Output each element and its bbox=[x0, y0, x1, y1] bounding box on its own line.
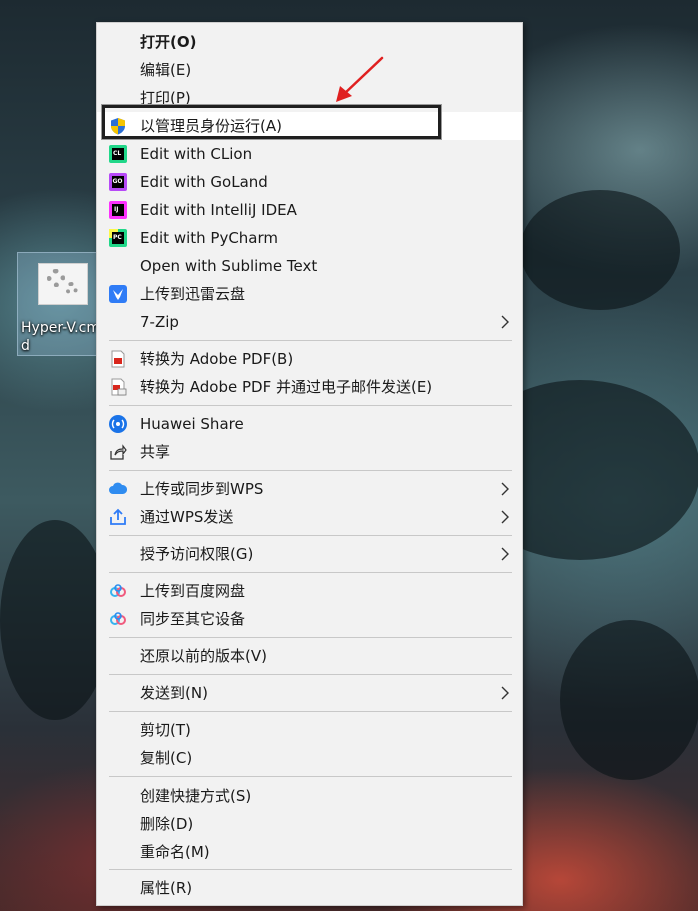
annotation-arrow-icon bbox=[336, 56, 384, 102]
menu-item-label: 7-Zip bbox=[140, 313, 179, 331]
chevron-right-icon bbox=[501, 510, 509, 524]
menu-item-label: 共享 bbox=[140, 443, 171, 461]
menu-item-label: Edit with GoLand bbox=[140, 173, 268, 191]
menu-item-label: 复制(C) bbox=[140, 749, 193, 767]
menu-separator bbox=[109, 340, 512, 341]
menu-item-label: 授予访问权限(G) bbox=[140, 545, 254, 563]
annotation-highlight-box bbox=[101, 104, 442, 140]
menu-item-label: Huawei Share bbox=[140, 415, 244, 433]
wps-send-icon bbox=[110, 508, 126, 525]
menu-item-send-to[interactable]: 发送到(N) bbox=[97, 679, 522, 707]
menu-item-copy[interactable]: 复制(C) bbox=[97, 744, 522, 772]
goland-code: GO bbox=[113, 178, 123, 185]
wallpaper-tree-shape bbox=[520, 190, 680, 310]
gear-icon bbox=[47, 269, 65, 287]
cmd-file-icon bbox=[38, 263, 88, 305]
desktop-file-hyper-v-cmd[interactable]: Hyper-V.cmd bbox=[17, 252, 107, 356]
menu-item-label: 删除(D) bbox=[140, 815, 194, 833]
menu-separator bbox=[109, 470, 512, 471]
baidu-netdisk-icon bbox=[110, 584, 126, 597]
menu-item-baidu-upload[interactable]: 上传到百度网盘 bbox=[97, 577, 522, 605]
menu-item-label: 上传或同步到WPS bbox=[140, 480, 264, 498]
intellij-code: IJ bbox=[114, 206, 118, 213]
menu-item-label: 同步至其它设备 bbox=[140, 610, 246, 628]
menu-item-label: Open with Sublime Text bbox=[140, 257, 318, 275]
menu-item-label: 转换为 Adobe PDF 并通过电子邮件发送(E) bbox=[140, 378, 433, 396]
clion-code: CL bbox=[113, 150, 121, 157]
menu-item-label: 编辑(E) bbox=[140, 61, 192, 79]
menu-item-label: 转换为 Adobe PDF(B) bbox=[140, 350, 294, 368]
menu-item-huawei-share[interactable]: Huawei Share bbox=[97, 410, 522, 438]
menu-item-label: Edit with PyCharm bbox=[140, 229, 279, 247]
menu-item-edit-clion[interactable]: CL Edit with CLion bbox=[97, 140, 522, 168]
menu-item-edit[interactable]: 编辑(E) bbox=[97, 56, 522, 84]
adobe-pdf-icon bbox=[111, 350, 125, 368]
menu-item-baidu-sync[interactable]: 同步至其它设备 bbox=[97, 605, 522, 633]
menu-separator bbox=[109, 535, 512, 536]
menu-item-label: 属性(R) bbox=[140, 879, 193, 897]
menu-item-convert-pdf-email[interactable]: 转换为 Adobe PDF 并通过电子邮件发送(E) bbox=[97, 373, 522, 401]
menu-separator bbox=[109, 405, 512, 406]
menu-item-label: 通过WPS发送 bbox=[140, 508, 234, 526]
menu-item-wps-send[interactable]: 通过WPS发送 bbox=[97, 503, 522, 531]
menu-item-cut[interactable]: 剪切(T) bbox=[97, 716, 522, 744]
menu-item-label: Edit with CLion bbox=[140, 145, 253, 163]
menu-separator bbox=[109, 869, 512, 870]
menu-item-properties[interactable]: 属性(R) bbox=[97, 874, 522, 902]
menu-item-label: 剪切(T) bbox=[140, 721, 191, 739]
chevron-right-icon bbox=[501, 686, 509, 700]
intellij-icon: IJ bbox=[109, 201, 127, 219]
menu-item-label: 创建快捷方式(S) bbox=[140, 787, 252, 805]
menu-separator bbox=[109, 711, 512, 712]
context-menu: 打开(O) 编辑(E) 打印(P) 以管理员身份运行(A) CL Edit wi… bbox=[96, 22, 523, 906]
menu-item-label: 重命名(M) bbox=[140, 843, 210, 861]
menu-item-edit-pycharm[interactable]: PC Edit with PyCharm bbox=[97, 224, 522, 252]
menu-item-delete[interactable]: 删除(D) bbox=[97, 810, 522, 838]
menu-item-edit-goland[interactable]: GO Edit with GoLand bbox=[97, 168, 522, 196]
menu-item-label: 上传到迅雷云盘 bbox=[140, 285, 246, 303]
menu-item-create-shortcut[interactable]: 创建快捷方式(S) bbox=[97, 782, 522, 810]
menu-separator bbox=[109, 776, 512, 777]
menu-separator bbox=[109, 674, 512, 675]
gear-small-icon bbox=[65, 282, 78, 295]
pycharm-code: PC bbox=[113, 234, 122, 241]
menu-item-open-sublime[interactable]: Open with Sublime Text bbox=[97, 252, 522, 280]
chevron-right-icon bbox=[501, 547, 509, 561]
adobe-pdf-email-icon bbox=[111, 378, 127, 396]
menu-item-share[interactable]: 共享 bbox=[97, 438, 522, 466]
menu-item-convert-pdf[interactable]: 转换为 Adobe PDF(B) bbox=[97, 345, 522, 373]
share-icon bbox=[110, 444, 127, 460]
menu-item-label: 还原以前的版本(V) bbox=[140, 647, 267, 665]
menu-item-restore-versions[interactable]: 还原以前的版本(V) bbox=[97, 642, 522, 670]
menu-separator bbox=[109, 637, 512, 638]
pycharm-icon: PC bbox=[109, 229, 127, 247]
chevron-right-icon bbox=[501, 315, 509, 329]
menu-item-label: 上传到百度网盘 bbox=[140, 582, 246, 600]
desktop-file-label: Hyper-V.cmd bbox=[21, 320, 100, 354]
menu-item-edit-intellij[interactable]: IJ Edit with IntelliJ IDEA bbox=[97, 196, 522, 224]
menu-item-thunder-cloud[interactable]: 上传到迅雷云盘 bbox=[97, 280, 522, 308]
wallpaper-figure-shape bbox=[0, 520, 110, 720]
chevron-right-icon bbox=[501, 482, 509, 496]
thunder-cloud-icon bbox=[109, 285, 127, 303]
menu-item-open[interactable]: 打开(O) bbox=[97, 28, 522, 56]
menu-item-label: Edit with IntelliJ IDEA bbox=[140, 201, 297, 219]
wps-cloud-icon bbox=[109, 482, 127, 494]
clion-icon: CL bbox=[109, 145, 127, 163]
baidu-sync-icon bbox=[110, 612, 126, 625]
menu-item-7zip[interactable]: 7-Zip bbox=[97, 308, 522, 336]
menu-item-label: 发送到(N) bbox=[140, 684, 208, 702]
menu-item-wps-sync[interactable]: 上传或同步到WPS bbox=[97, 475, 522, 503]
wallpaper-branch-shape bbox=[560, 620, 698, 780]
menu-item-grant-access[interactable]: 授予访问权限(G) bbox=[97, 540, 522, 568]
menu-item-rename[interactable]: 重命名(M) bbox=[97, 838, 522, 866]
goland-icon: GO bbox=[109, 173, 127, 191]
menu-item-label: 打开(O) bbox=[140, 33, 197, 51]
menu-separator bbox=[109, 572, 512, 573]
huawei-share-icon bbox=[109, 415, 127, 433]
